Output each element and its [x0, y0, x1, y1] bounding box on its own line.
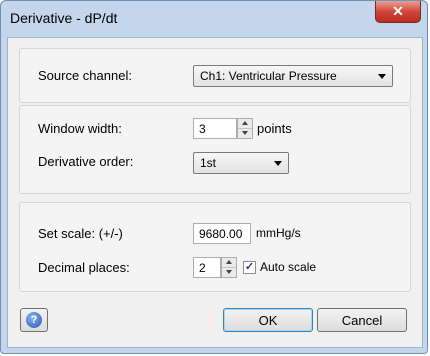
- source-channel-select[interactable]: Ch1: Ventricular Pressure: [193, 65, 393, 87]
- help-button[interactable]: ?: [20, 308, 48, 332]
- ok-button[interactable]: OK: [223, 308, 313, 332]
- spin-up-icon[interactable]: [222, 258, 236, 268]
- cancel-button[interactable]: Cancel: [317, 308, 407, 332]
- set-scale-unit: mmHg/s: [256, 226, 301, 240]
- chevron-down-icon: [274, 161, 282, 166]
- window-width-input[interactable]: 3: [193, 118, 237, 139]
- close-button[interactable]: ✕: [375, 1, 421, 23]
- set-scale-input[interactable]: 9680.00: [193, 223, 251, 244]
- window-width-label: Window width:: [38, 121, 122, 136]
- help-icon: ?: [26, 312, 42, 328]
- spin-down-icon[interactable]: [238, 129, 252, 138]
- auto-scale-label[interactable]: Auto scale: [260, 260, 316, 274]
- decimal-places-label: Decimal places:: [38, 260, 130, 275]
- scale-group: Set scale: (+/-) 9680.00 mmHg/s Decimal …: [19, 202, 411, 292]
- set-scale-label: Set scale: (+/-): [38, 226, 123, 241]
- checkmark-icon: ✓: [244, 261, 255, 273]
- close-icon: ✕: [392, 3, 404, 19]
- derivative-order-label: Derivative order:: [38, 154, 134, 169]
- window-width-spinner[interactable]: [237, 118, 253, 139]
- derivative-settings-group: Window width: 3 points Derivative order:…: [19, 105, 411, 194]
- derivative-order-select[interactable]: 1st: [193, 152, 289, 174]
- source-channel-value: Ch1: Ventricular Pressure: [200, 69, 337, 83]
- spin-up-icon[interactable]: [238, 119, 252, 129]
- window-title: Derivative - dP/dt: [10, 10, 118, 26]
- source-channel-label: Source channel:: [38, 68, 132, 83]
- derivative-order-value: 1st: [200, 156, 217, 170]
- source-group: Source channel: Ch1: Ventricular Pressur…: [19, 48, 411, 103]
- dialog-body: Source channel: Ch1: Ventricular Pressur…: [7, 37, 423, 348]
- window-width-unit: points: [257, 121, 292, 136]
- spin-down-icon[interactable]: [222, 268, 236, 277]
- decimal-places-input[interactable]: 2: [193, 257, 221, 278]
- dialog-window: Derivative - dP/dt ✕ Source channel: Ch1…: [0, 0, 428, 354]
- chevron-down-icon: [378, 74, 386, 79]
- auto-scale-checkbox[interactable]: ✓: [243, 261, 256, 274]
- decimal-places-spinner[interactable]: [221, 257, 237, 278]
- title-bar[interactable]: Derivative - dP/dt ✕: [1, 1, 427, 37]
